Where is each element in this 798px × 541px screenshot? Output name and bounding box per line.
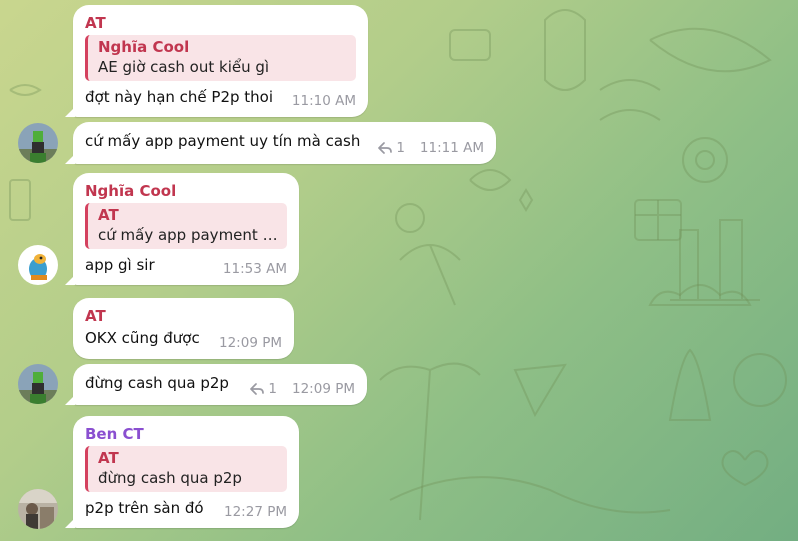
- reply-quote-text: đừng cash qua p2p: [98, 469, 242, 487]
- message-bubble[interactable]: AT OKX cũng được 12:09 PM: [73, 298, 294, 359]
- reply-quote-text: cứ mấy app payment uy tín mà cash: [98, 226, 279, 244]
- message-time: 11:10 AM: [291, 93, 356, 109]
- reply-quote-text: AE giờ cash out kiểu gì: [98, 58, 270, 76]
- reply-quote-sender: Nghĩa Cool: [98, 38, 190, 56]
- message-time: 12:09 PM: [219, 335, 282, 351]
- message-sender[interactable]: Nghĩa Cool: [85, 181, 287, 203]
- message-time: 12:09 PM: [292, 381, 355, 397]
- message-sender[interactable]: Ben CT: [85, 424, 287, 446]
- message-bubble[interactable]: Nghĩa Cool AT cứ mấy app payment uy tín …: [65, 173, 299, 285]
- message-meta: 11:53 AM: [223, 261, 287, 277]
- avatar[interactable]: [18, 489, 58, 529]
- avatar[interactable]: [18, 364, 58, 404]
- message-bubble[interactable]: Ben CT AT đừng cash qua p2p p2p trên sàn…: [65, 416, 299, 528]
- message-bubble[interactable]: cứ mấy app payment uy tín mà cash 1 11:1…: [65, 122, 496, 164]
- message-sender[interactable]: AT: [85, 13, 356, 35]
- forward-count-value: 1: [396, 140, 405, 156]
- avatar[interactable]: [18, 123, 58, 163]
- message-meta: 12:09 PM: [219, 335, 282, 351]
- message-meta: 1 12:09 PM: [250, 381, 355, 397]
- reply-quote-sender: AT: [98, 206, 119, 224]
- message-time: 11:11 AM: [419, 140, 484, 156]
- message-time: 12:27 PM: [224, 504, 287, 520]
- message-time: 11:53 AM: [222, 261, 287, 277]
- forward-count[interactable]: 1: [250, 381, 277, 397]
- message-meta: 12:27 PM: [224, 504, 287, 520]
- reply-quote-sender: AT: [98, 449, 119, 467]
- reply-quote[interactable]: AT đừng cash qua p2p: [85, 446, 287, 492]
- message-meta: 11:10 AM: [292, 93, 356, 109]
- message-bubble[interactable]: đừng cash qua p2p 1 12:09 PM: [65, 364, 367, 405]
- reply-quote[interactable]: AT cứ mấy app payment uy tín mà cash: [85, 203, 287, 249]
- avatar[interactable]: [18, 245, 58, 285]
- forward-icon: [378, 142, 393, 154]
- forward-count[interactable]: 1: [378, 140, 405, 156]
- message-bubble[interactable]: AT Nghĩa Cool AE giờ cash out kiểu gì đợ…: [65, 5, 368, 117]
- message-sender[interactable]: AT: [85, 306, 282, 328]
- reply-quote[interactable]: Nghĩa Cool AE giờ cash out kiểu gì: [85, 35, 356, 81]
- forward-count-value: 1: [268, 381, 277, 397]
- message-meta: 1 11:11 AM: [378, 140, 484, 156]
- forward-icon: [250, 383, 265, 395]
- chat-message-list[interactable]: AT Nghĩa Cool AE giờ cash out kiểu gì đợ…: [0, 0, 798, 541]
